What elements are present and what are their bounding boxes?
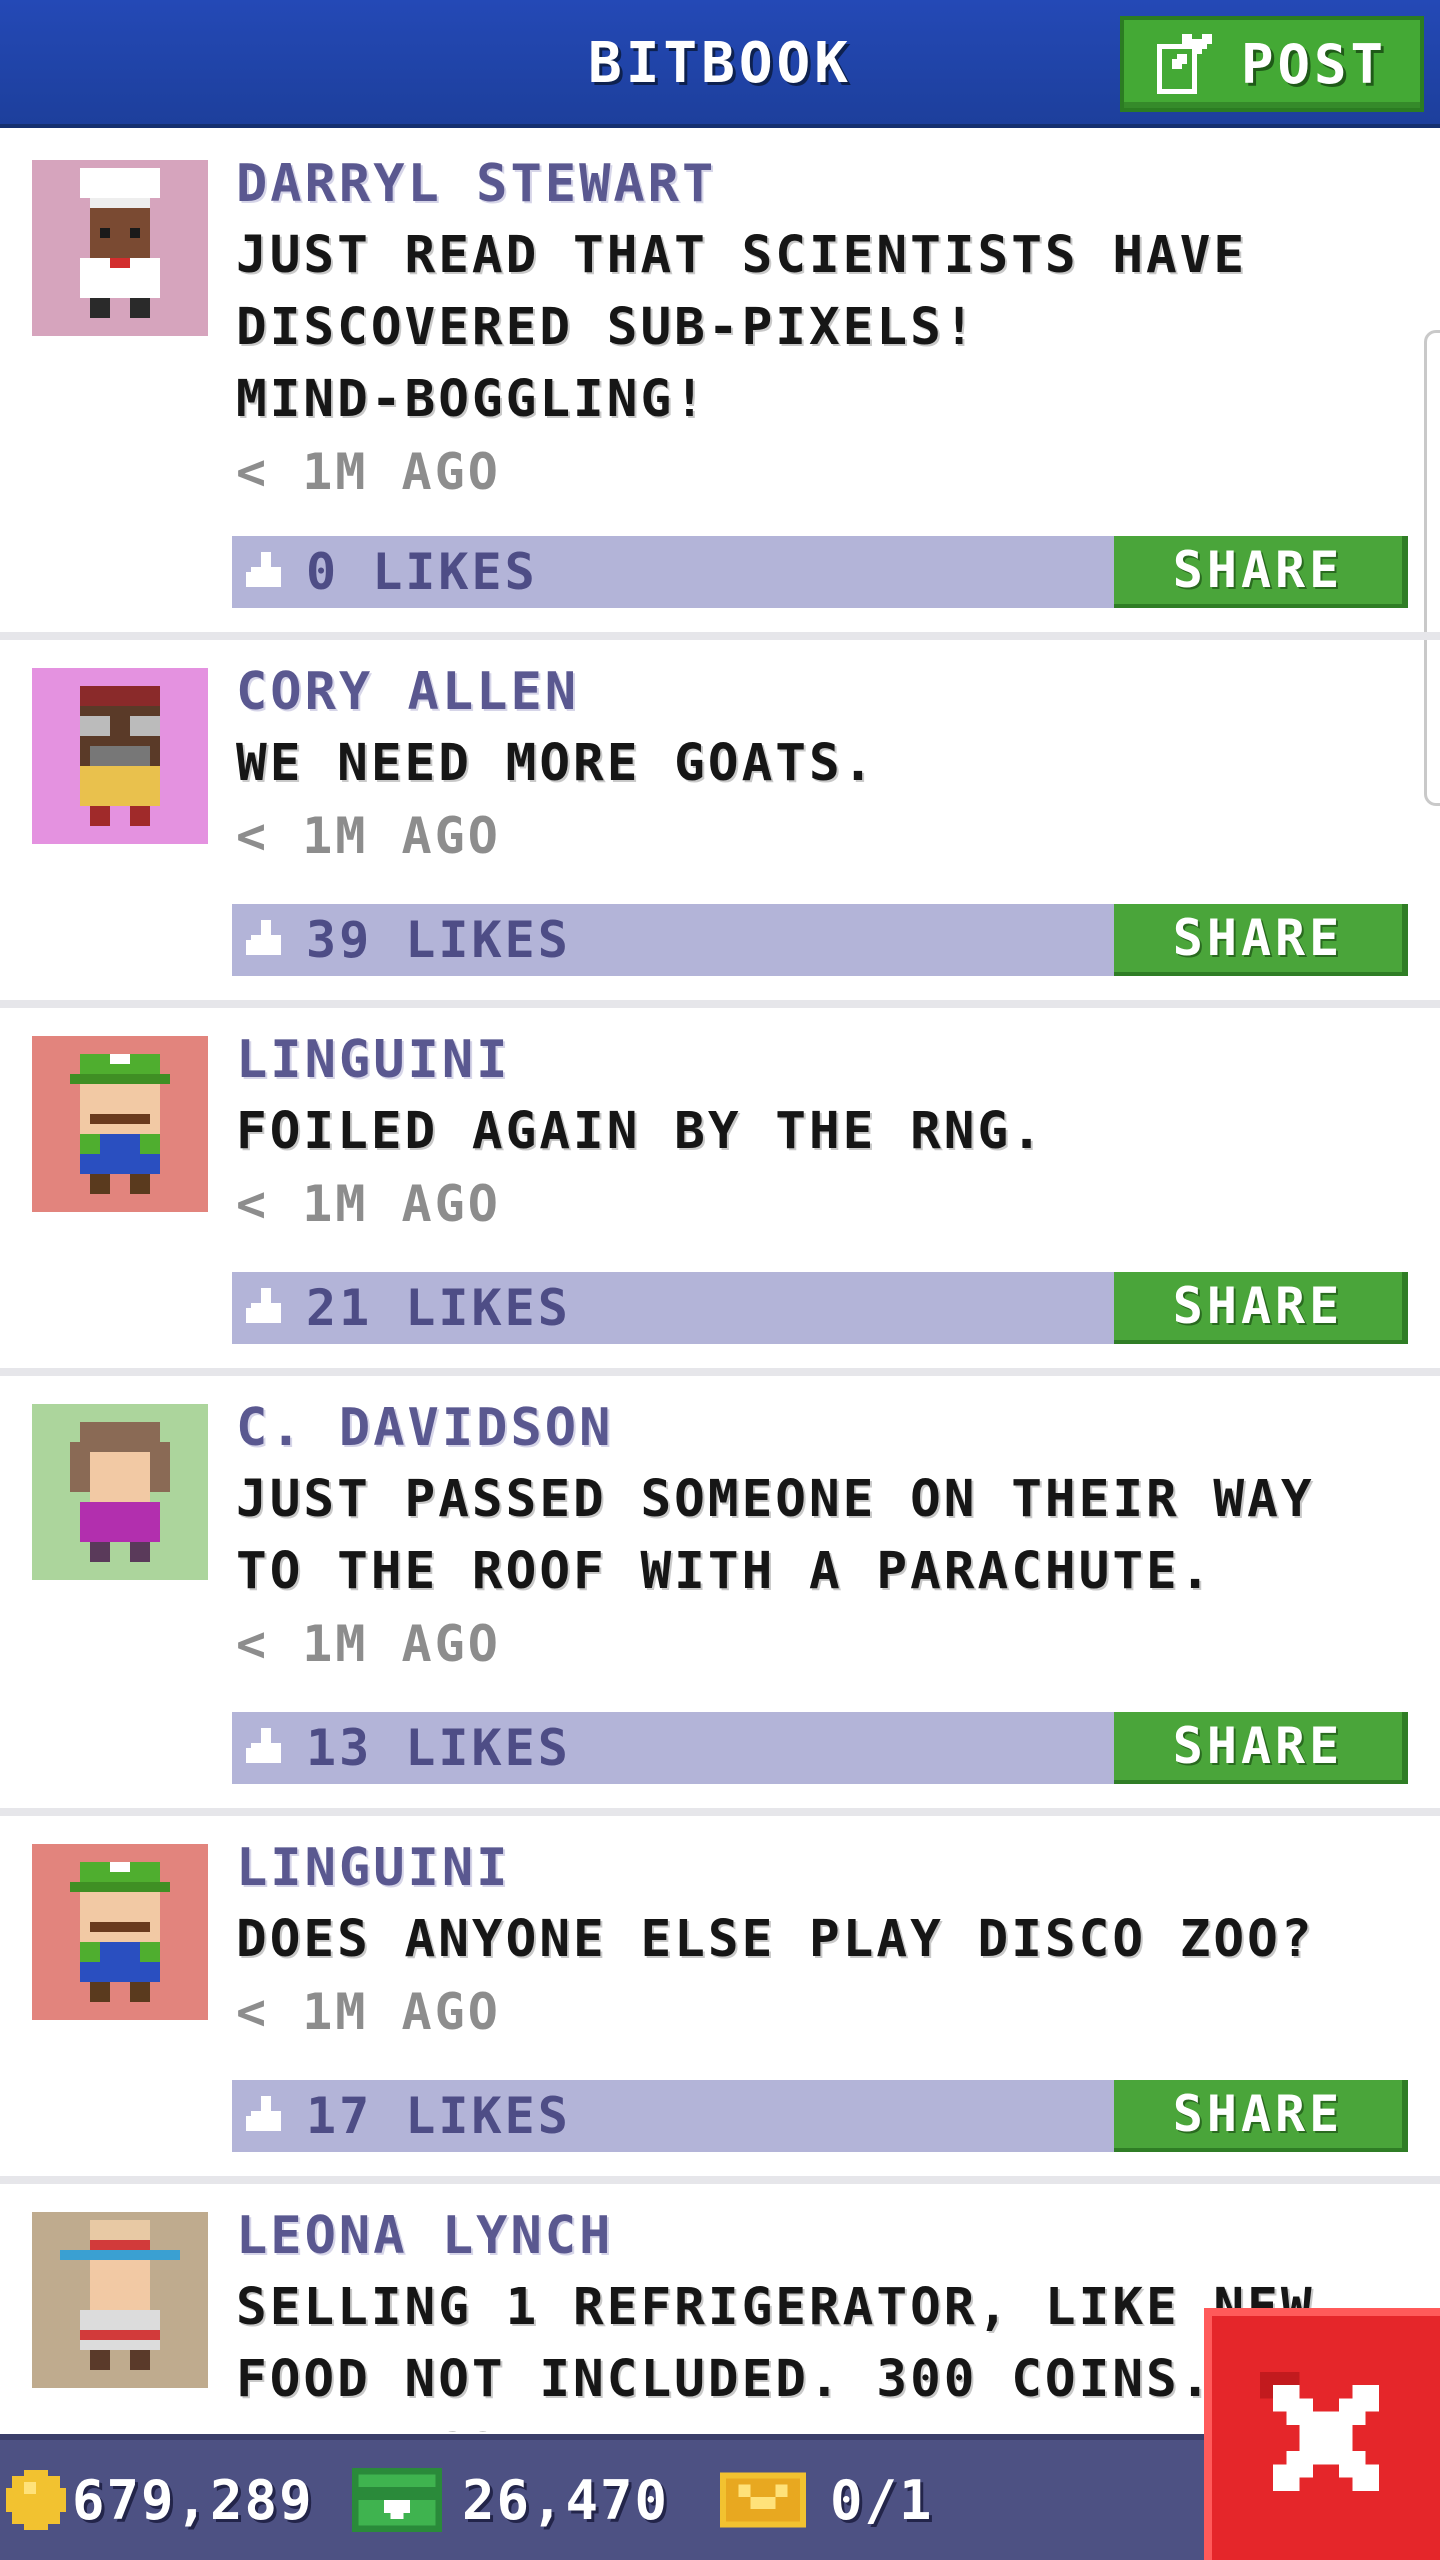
post-message-line: FOILED AGAIN BY THE RNG. [236, 1102, 1045, 1161]
person-avatar-icon [80, 686, 160, 826]
feed-post: DARRYL STEWART JUST READ THAT SCIENTISTS… [0, 132, 1440, 640]
thumbs-up-icon[interactable] [246, 1288, 286, 1328]
avatar[interactable] [32, 668, 208, 844]
plumber-avatar-icon [70, 1054, 170, 1194]
thumbs-up-icon[interactable] [246, 920, 286, 960]
coins-value: 679,289 [72, 2468, 314, 2532]
post-time: < 1M AGO [236, 1175, 501, 1233]
thumbs-up-icon[interactable] [246, 1728, 286, 1768]
post-author[interactable]: CORY ALLEN [236, 656, 1410, 728]
vip-counter[interactable]: 0/1 [720, 2440, 934, 2560]
post-button-label: POST [1240, 32, 1388, 96]
avatar[interactable] [32, 2212, 208, 2388]
post-message-line: TO THE ROOF WITH A PARACHUTE. [236, 1542, 1214, 1601]
vip-value: 0/1 [830, 2468, 934, 2532]
bux-counter[interactable]: 26,470 [352, 2440, 669, 2560]
share-button[interactable]: SHARE [1114, 1272, 1408, 1344]
avatar[interactable] [32, 160, 208, 336]
feed-post: LINGUINI FOILED AGAIN BY THE RNG. < 1M A… [0, 1008, 1440, 1376]
post-message-line: JUST PASSED SOMEONE ON THEIR WAY [236, 1470, 1315, 1529]
woman-avatar-icon [70, 1422, 170, 1562]
post-author[interactable]: LINGUINI [236, 1832, 1410, 1904]
like-count: 21 LIKES [306, 1279, 571, 1337]
thumbs-up-icon[interactable] [246, 552, 286, 592]
like-bar: 13 LIKES SHARE [232, 1712, 1408, 1784]
post-message-line: WE NEED MORE GOATS. [236, 734, 877, 793]
bux-icon [352, 2468, 442, 2532]
like-bar: 0 LIKES SHARE [232, 536, 1408, 608]
post-message-line: JUST READ THAT SCIENTISTS HAVE [236, 226, 1248, 285]
like-count: 0 LIKES [306, 543, 538, 601]
feed-post: LINGUINI DOES ANYONE ELSE PLAY DISCO ZOO… [0, 1816, 1440, 2184]
vip-ticket-icon [720, 2472, 806, 2528]
feed-post: CORY ALLEN WE NEED MORE GOATS. < 1M AGO … [0, 640, 1440, 1008]
like-bar: 17 LIKES SHARE [232, 2080, 1408, 2152]
feed-post: C. DAVIDSON JUST PASSED SOMEONE ON THEIR… [0, 1376, 1440, 1816]
post-author[interactable]: DARRYL STEWART [236, 148, 1410, 220]
post-message-line: DISCOVERED SUB-PIXELS! [236, 298, 978, 357]
coins-counter[interactable]: 679,289 [6, 2440, 314, 2560]
post-message-line: MIND-BOGGLING! [236, 370, 708, 429]
app-header: BITBOOK POST [0, 0, 1440, 128]
coin-icon [6, 2470, 66, 2530]
post-time: < 1M AGO [236, 1983, 501, 2041]
post-author[interactable]: LINGUINI [236, 1024, 1410, 1096]
edit-icon [1156, 34, 1212, 94]
bux-value: 26,470 [462, 2468, 670, 2532]
like-count: 13 LIKES [306, 1719, 571, 1777]
post-time: < 1M AGO [236, 807, 501, 865]
post-author[interactable]: C. DAVIDSON [236, 1392, 1410, 1464]
post-time: < 1M AGO [236, 1615, 501, 1673]
like-count: 17 LIKES [306, 2087, 571, 2145]
sombrero-avatar-icon [60, 2220, 180, 2370]
like-bar: 21 LIKES SHARE [232, 1272, 1408, 1344]
like-count: 39 LIKES [306, 911, 571, 969]
post-author[interactable]: LEONA LYNCH [236, 2200, 1410, 2272]
share-button[interactable]: SHARE [1114, 536, 1408, 608]
plumber-avatar-icon [70, 1862, 170, 2002]
post-button[interactable]: POST [1120, 16, 1424, 112]
share-button[interactable]: SHARE [1114, 1712, 1408, 1784]
like-bar: 39 LIKES SHARE [232, 904, 1408, 976]
share-button[interactable]: SHARE [1114, 904, 1408, 976]
share-button[interactable]: SHARE [1114, 2080, 1408, 2152]
feed-list[interactable]: DARRYL STEWART JUST READ THAT SCIENTISTS… [0, 132, 1440, 2432]
avatar[interactable] [32, 1404, 208, 1580]
post-time: < 1M AGO [236, 443, 501, 501]
close-icon [1260, 2372, 1379, 2491]
avatar[interactable] [32, 1036, 208, 1212]
chef-avatar-icon [80, 168, 160, 318]
thumbs-up-icon[interactable] [246, 2096, 286, 2136]
avatar[interactable] [32, 1844, 208, 2020]
close-button[interactable] [1204, 2308, 1440, 2560]
post-message-line: DOES ANYONE ELSE PLAY DISCO ZOO? [236, 1910, 1315, 1969]
